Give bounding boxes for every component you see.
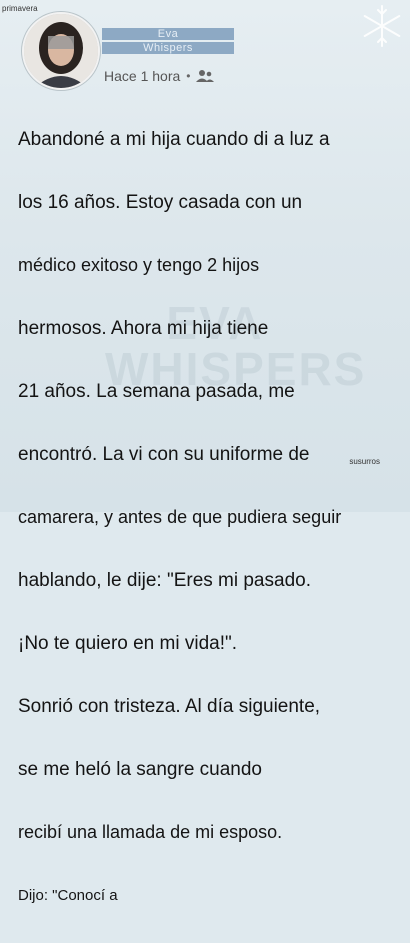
side-tag: susurros [349,457,380,466]
corner-tag: primavera [2,4,38,13]
post-line: ¡No te quiero en mi vida!". [18,632,238,654]
post-line: 21 años. La semana pasada, me [18,380,295,402]
separator-dot: • [186,69,191,83]
post-line: encontró. La vi con su uniforme de [18,443,310,465]
author-name-line1: Eva [102,28,234,40]
post-time[interactable]: Hace 1 hora [104,68,180,84]
post-body: Abandoné a mi hija cuando di a luz a los… [18,92,398,943]
post-line: se me heló la sangre cuando [18,758,262,780]
post-line: los 16 años. Estoy casada con un [18,191,303,213]
friends-icon[interactable] [196,69,215,83]
avatar[interactable] [22,12,100,90]
snowflake-icon [363,5,401,47]
post-line: Sonrió con tristeza. Al día siguiente, [18,695,321,717]
post-line: hablando, le dije: "Eres mi pasado. [18,569,311,591]
author-name[interactable]: Eva Whispers [102,28,234,56]
post-line: recibí una llamada de mi esposo. [18,821,283,842]
post-line: camarera, y antes de que pudiera seguir [18,506,342,527]
post-line: Abandoné a mi hija cuando di a luz a [18,128,330,150]
post-meta: Hace 1 hora • [104,68,215,84]
post-line: Dijo: "Conocí a [18,886,118,904]
post-line: hermosos. Ahora mi hija tiene [18,317,269,339]
post-line: médico exitoso y tengo 2 hijos [18,254,260,275]
post-card: primavera Eva Whispers Hace 1 hora • EVA… [0,0,410,904]
author-name-line2: Whispers [102,42,234,54]
